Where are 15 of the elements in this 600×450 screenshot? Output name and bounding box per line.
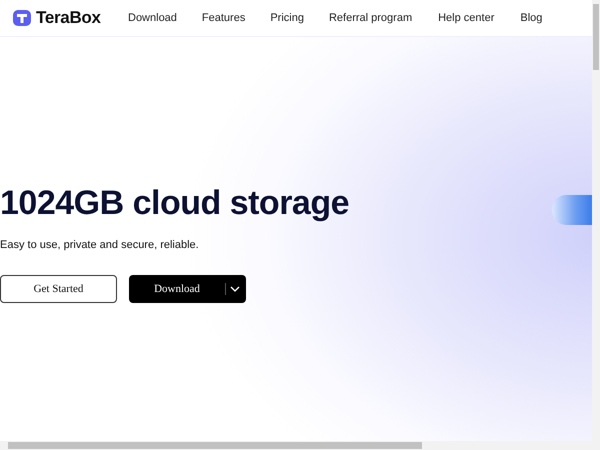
nav-link[interactable]: Referral program (328, 12, 412, 24)
nav-link[interactable]: Help center (438, 12, 494, 24)
download-button[interactable]: Download (129, 275, 246, 303)
nav-link[interactable]: Features (202, 12, 246, 24)
logo-icon (12, 8, 32, 28)
get-started-button[interactable]: Get Started (0, 275, 117, 303)
hero-title: 1024GB cloud storage (0, 183, 350, 223)
hero-subtitle: Easy to use, private and secure, reliable. (0, 239, 200, 251)
chevron-down-icon (230, 286, 240, 292)
brand-name[interactable]: TeraBox (36, 8, 101, 28)
vertical-scrollbar[interactable] (592, 0, 600, 450)
horizontal-scrollbar[interactable] (0, 441, 592, 450)
nav-link[interactable]: Download (128, 12, 177, 24)
nav-link[interactable]: Blog (520, 12, 542, 24)
nav-link[interactable]: Pricing (270, 12, 304, 24)
